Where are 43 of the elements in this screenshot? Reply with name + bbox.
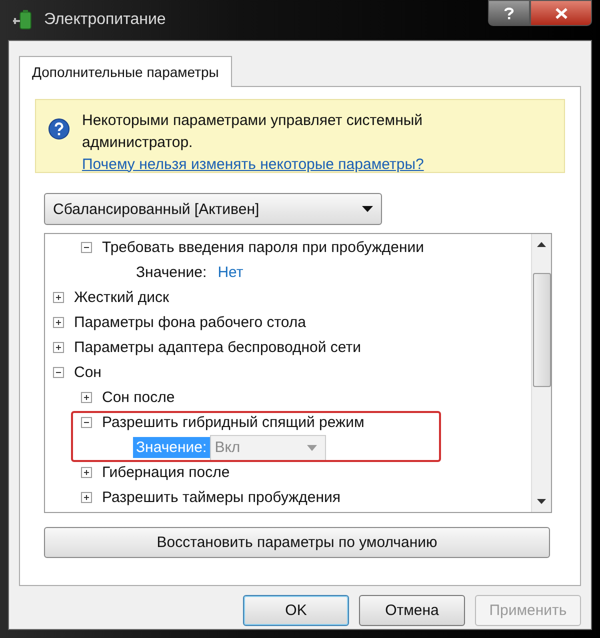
- expand-icon[interactable]: [81, 467, 92, 478]
- dropdown-arrow-icon: [362, 206, 373, 212]
- expand-icon[interactable]: [81, 492, 92, 503]
- collapse-icon[interactable]: [53, 367, 64, 378]
- info-text: Некоторыми параметрами управляет системный администратор. Почему нельзя изменять некоторые параметры?: [82, 111, 425, 174]
- dialog-button[interactable]: Отмена: [359, 595, 465, 626]
- tree-item[interactable]: Параметры адаптера беспроводной сети: [74, 339, 361, 356]
- window-title: Электропитание: [44, 11, 166, 29]
- restore-defaults-button[interactable]: Восстановить параметры по умолчанию: [44, 527, 550, 558]
- plan-dropdown[interactable]: Сбалансированный [Активен]: [44, 193, 382, 225]
- tree-item[interactable]: Жесткий диск: [74, 289, 170, 306]
- dropdown-value: Сбалансированный [Активен]: [53, 200, 260, 218]
- tree-item[interactable]: Параметры фона рабочего стола: [74, 314, 306, 331]
- dropdown-value: Вкл: [214, 439, 240, 456]
- expand-icon[interactable]: [53, 342, 64, 353]
- value-label: Значение:: [133, 437, 210, 458]
- help-icon: [48, 118, 70, 140]
- tree-item[interactable]: Сон: [74, 364, 102, 381]
- dialog-button[interactable]: OK: [243, 595, 349, 626]
- collapse-icon[interactable]: [81, 242, 92, 253]
- expand-icon[interactable]: [53, 317, 64, 328]
- tab[interactable]: Дополнительные параметры: [19, 56, 232, 87]
- dropdown-arrow-icon: [306, 444, 317, 450]
- close-icon: [554, 8, 568, 18]
- tree-item[interactable]: Разрешить таймеры пробуждения: [102, 489, 341, 506]
- expand-icon[interactable]: [53, 292, 64, 303]
- tree-item[interactable]: Гибернация после: [102, 464, 230, 481]
- help-icon: [504, 6, 514, 20]
- setting-value[interactable]: Нет: [218, 264, 244, 281]
- expand-icon[interactable]: [81, 392, 92, 403]
- tree-item[interactable]: Сон после: [102, 389, 175, 406]
- scrollbar[interactable]: [531, 234, 551, 512]
- value-label: Значение:: [135, 263, 208, 283]
- battery-plug-icon: [12, 9, 34, 31]
- tree-item[interactable]: Требовать введения пароля при пробуждении: [102, 239, 424, 256]
- scroll-thumb[interactable]: [532, 273, 550, 387]
- close-button[interactable]: [530, 0, 592, 26]
- help-link[interactable]: Почему нельзя изменять некоторые параметры?: [82, 156, 424, 172]
- collapse-icon[interactable]: [81, 417, 92, 428]
- scroll-up-icon[interactable]: [537, 242, 546, 247]
- tree-item[interactable]: Разрешить гибридный спящий режим: [102, 414, 364, 431]
- scroll-down-icon[interactable]: [537, 499, 546, 504]
- help-button[interactable]: [488, 0, 530, 26]
